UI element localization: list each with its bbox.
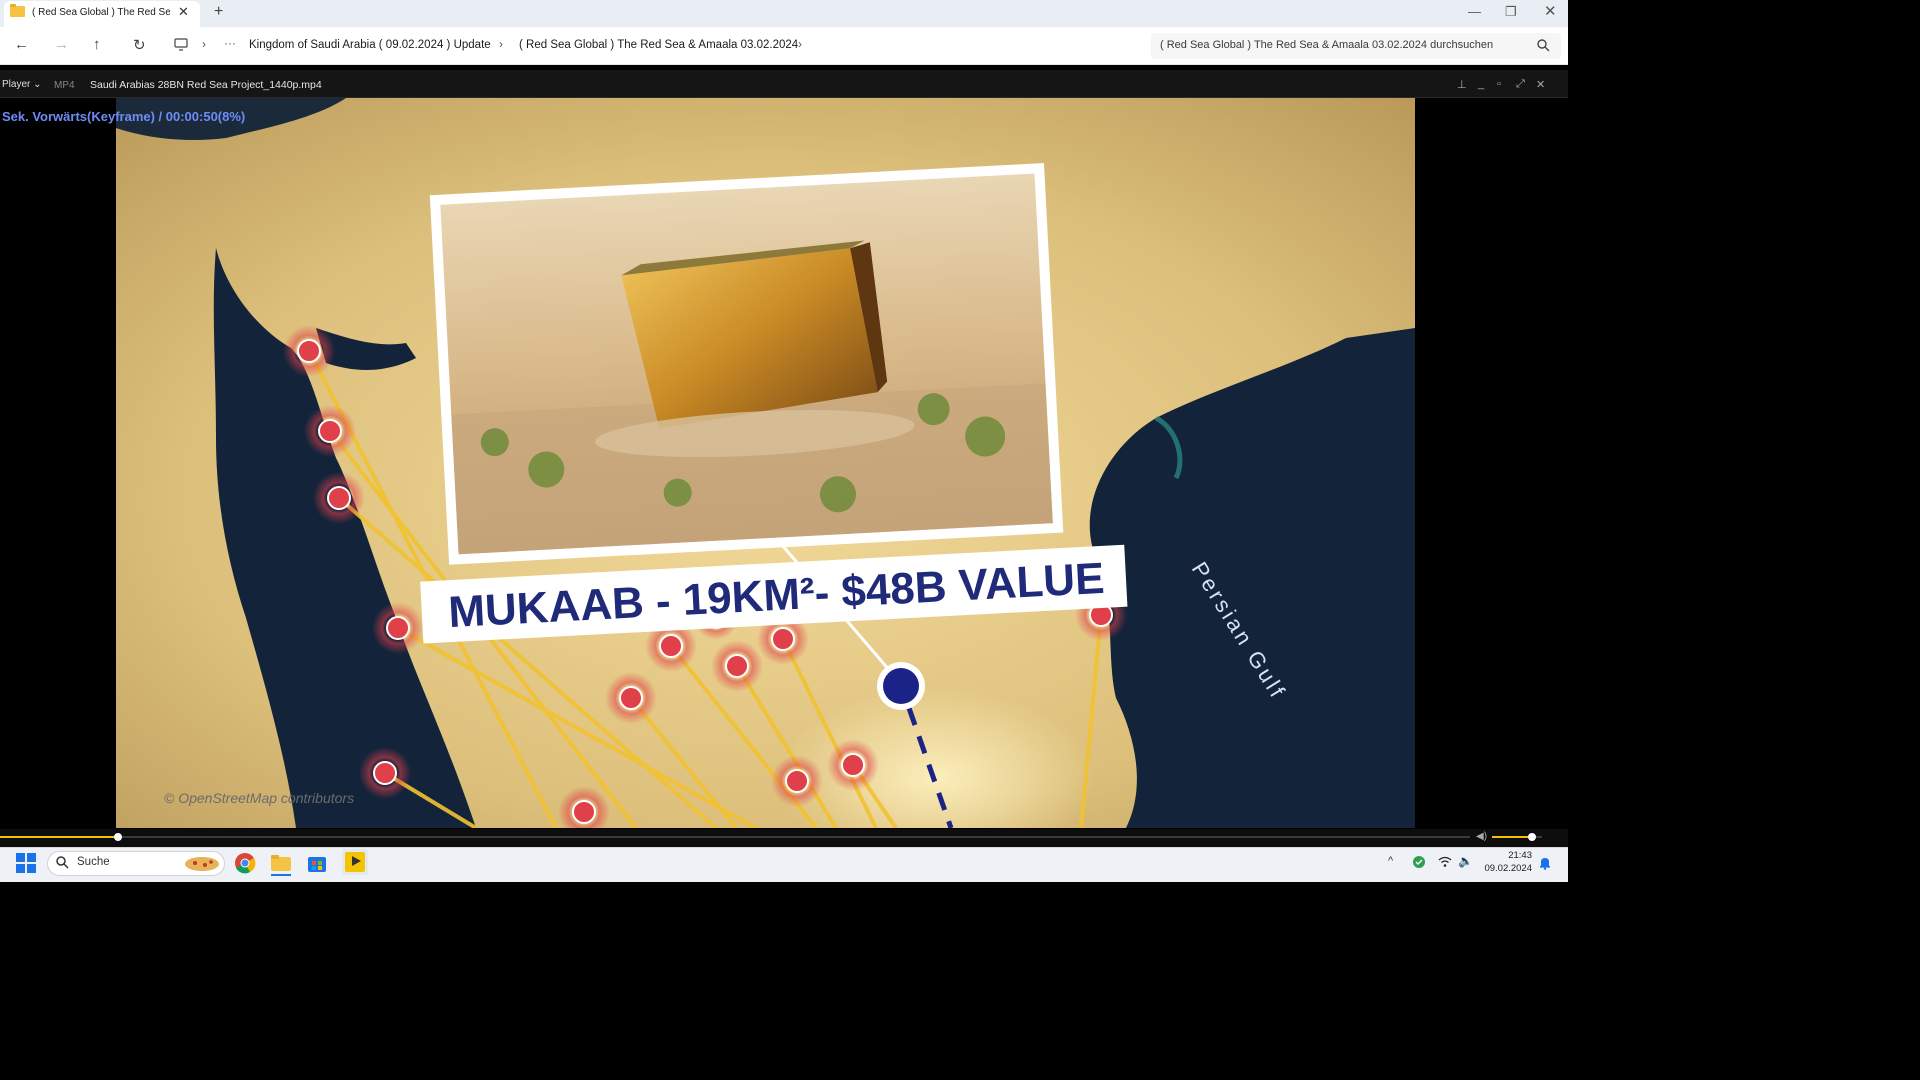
wifi-icon[interactable]	[1438, 856, 1452, 868]
volume-level	[1492, 836, 1532, 838]
chevron-up-icon[interactable]: ^	[1388, 855, 1393, 867]
player-app-icon[interactable]	[342, 849, 368, 875]
pin-icon[interactable]: ⊥	[1457, 78, 1467, 91]
breadcrumb-item[interactable]: ( Red Sea Global ) The Red Sea & Amaala …	[519, 39, 798, 51]
clock-time[interactable]: 21:43	[1480, 850, 1532, 862]
minimize-icon[interactable]: _	[1478, 78, 1484, 90]
close-player-icon[interactable]: ✕	[1536, 78, 1545, 91]
active-app-indicator	[271, 874, 291, 876]
clock-date[interactable]: 09.02.2024	[1480, 863, 1532, 874]
new-tab-icon[interactable]: +	[214, 3, 223, 21]
volume-icon[interactable]: 🔈	[1458, 854, 1473, 868]
search-placeholder: ( Red Sea Global ) The Red Sea & Amaala …	[1160, 39, 1494, 51]
monitor-icon	[174, 38, 188, 51]
file-format: MP4	[54, 80, 75, 91]
search-icon[interactable]	[1536, 38, 1550, 52]
file-name: Saudi Arabias 28BN Red Sea Project_1440p…	[90, 79, 322, 91]
refresh-icon[interactable]: ↻	[133, 36, 146, 54]
forward-icon[interactable]: →	[54, 36, 69, 53]
restore-icon[interactable]: ❐	[1505, 4, 1517, 20]
file-explorer-icon[interactable]	[270, 852, 292, 874]
chevron-right-icon: ›	[202, 37, 206, 51]
fullscreen-icon[interactable]: ⤢	[1516, 78, 1525, 91]
minimize-icon[interactable]: —	[1468, 4, 1481, 19]
tab-bar	[0, 0, 1568, 27]
maximize-icon[interactable]: ▫	[1497, 78, 1501, 90]
notification-bell-icon[interactable]	[1539, 856, 1551, 870]
back-icon[interactable]: ←	[14, 36, 29, 53]
player-menu-label: Player	[2, 79, 31, 90]
player-menu-button[interactable]: Player ⌄	[2, 79, 42, 90]
video-frame: MUKAAB - 19KM²- $48B VALUE Persian Gulf …	[116, 98, 1415, 828]
breadcrumb-item[interactable]: Kingdom of Saudi Arabia ( 09.02.2024 ) U…	[249, 39, 491, 51]
chevron-right-icon: ›	[499, 37, 503, 51]
map-credit: © OpenStreetMap contributors	[164, 790, 354, 806]
up-icon[interactable]: ↑	[93, 36, 101, 53]
taskbar-search-label: Suche	[77, 856, 110, 868]
close-tab-icon[interactable]: ✕	[178, 4, 189, 20]
chrome-icon[interactable]	[234, 852, 256, 874]
search-icon	[56, 856, 69, 869]
pizza-icon	[185, 857, 219, 871]
volume-handle[interactable]	[1528, 833, 1536, 841]
speaker-icon[interactable]: ◀)	[1476, 831, 1487, 842]
folder-icon	[10, 4, 25, 17]
osd-status: Sek. Vorwärts(Keyframe) / 00:00:50(8%)	[2, 109, 246, 124]
store-icon[interactable]	[306, 852, 328, 874]
security-icon[interactable]	[1412, 855, 1426, 869]
seek-bar[interactable]	[0, 836, 1470, 838]
seek-area	[0, 829, 1568, 847]
windows-start-icon[interactable]	[16, 853, 36, 873]
close-window-icon[interactable]: ✕	[1544, 2, 1557, 20]
seek-handle[interactable]	[113, 833, 122, 841]
more-icon[interactable]: ···	[224, 36, 236, 50]
chevron-right-icon[interactable]: ›	[798, 37, 802, 51]
tab-title: ( Red Sea Global ) The Red Sea & Amaala …	[32, 7, 170, 18]
seek-progress	[0, 836, 118, 838]
